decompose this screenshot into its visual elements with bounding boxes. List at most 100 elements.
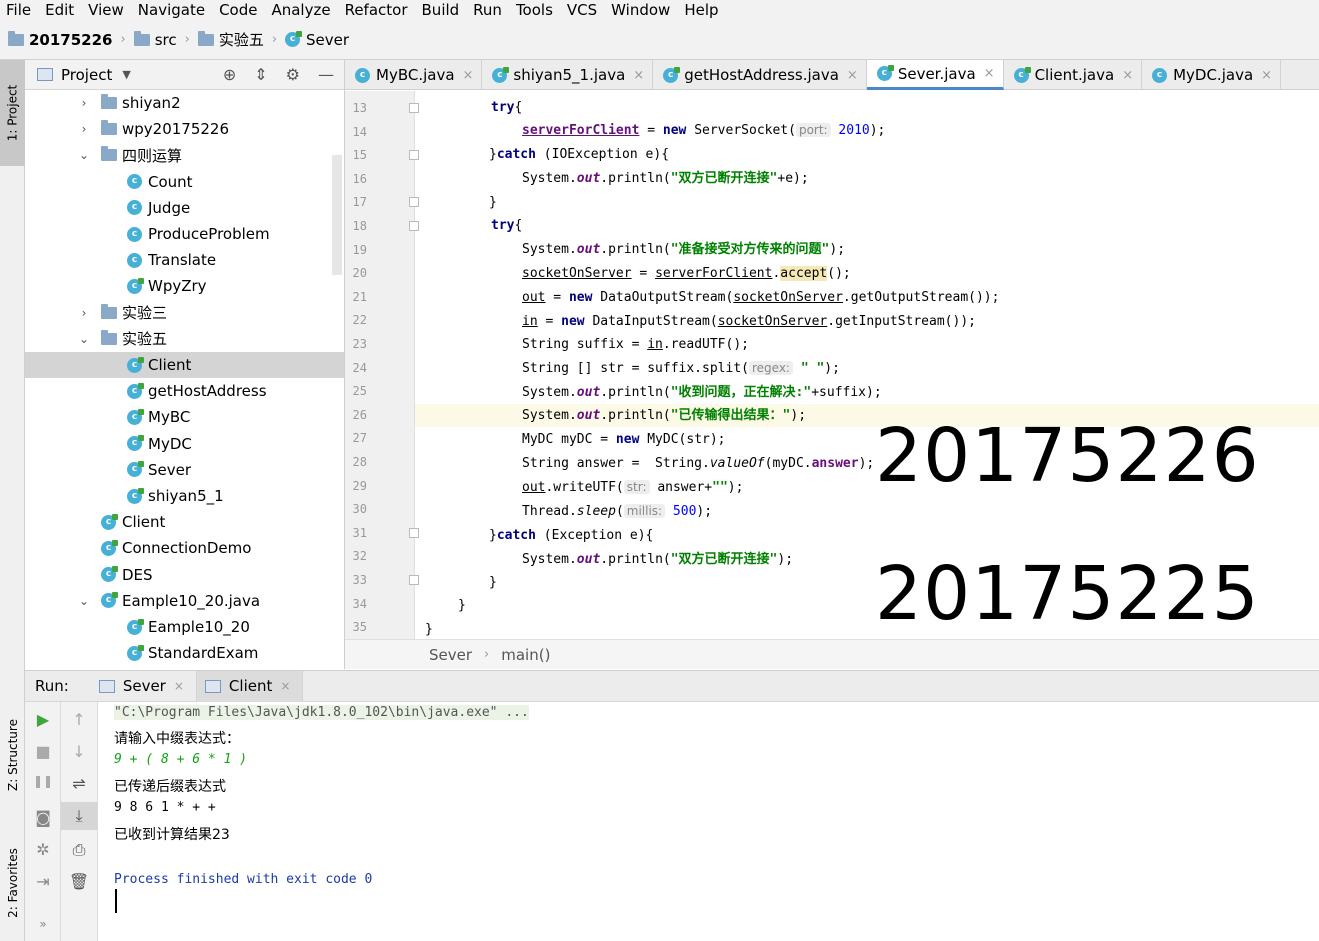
print-icon[interactable]: ⎙ [61, 840, 97, 860]
close-icon[interactable]: × [1122, 68, 1133, 83]
chevron-right-icon[interactable]: › [77, 306, 91, 320]
settings-icon[interactable]: ✲ [25, 840, 61, 859]
tree-item[interactable]: › shiyan2 [25, 90, 344, 116]
chevron-right-icon[interactable]: › [77, 96, 91, 110]
tree-item-label: Eample10_20 [148, 618, 250, 636]
gear-icon[interactable]: ⚙ [286, 65, 300, 84]
menu-navigate[interactable]: Navigate [132, 0, 213, 20]
more-icon[interactable]: » [25, 917, 61, 931]
exit-icon[interactable]: ⇥ [25, 872, 61, 891]
stop-icon[interactable]: ■ [25, 742, 61, 761]
pause-icon[interactable]: ❚❚ [25, 774, 61, 788]
tree-item[interactable]: c Translate [25, 247, 344, 273]
tree-item[interactable]: c Eample10_20 [25, 614, 344, 640]
tree-item[interactable]: ⌄ c Eample10_20.java [25, 588, 344, 614]
code-editor[interactable]: 13 14 15 16 17 18 19 20 21 22 23 24 25 26 27 28 29 30 31 32… [345, 91, 1319, 639]
chevron-right-icon[interactable]: › [77, 122, 91, 136]
tree-item[interactable]: c Client [25, 352, 344, 378]
tree-item[interactable]: c Client [25, 509, 344, 535]
run-tab-sever[interactable]: Sever × [91, 670, 197, 702]
camera-icon[interactable]: ◙ [25, 808, 61, 827]
tab-client[interactable]: c Client.java × [1004, 60, 1143, 90]
tree-item-label: getHostAddress [148, 382, 267, 401]
locate-icon[interactable]: ⊕ [223, 65, 236, 84]
crumb-sever[interactable]: Sever [429, 646, 472, 664]
tab-shiyan5-1[interactable]: c shiyan5_1.java × [482, 60, 654, 90]
tab-sever[interactable]: c Sever.java × [866, 60, 1004, 90]
tree-item[interactable]: c ConnectionDemo [25, 535, 344, 561]
favorites-tool-tab[interactable]: 2: Favorites [0, 830, 25, 935]
project-tool-tab[interactable]: 1: Project [0, 60, 25, 166]
crumb-project[interactable]: 20175226 [8, 30, 113, 49]
trash-icon[interactable]: 🗑 [61, 872, 97, 891]
menu-run[interactable]: Run [467, 0, 510, 20]
folder-icon [101, 120, 117, 136]
tree-item[interactable]: c Count [25, 169, 344, 195]
menu-view[interactable]: View [82, 0, 132, 20]
close-icon[interactable]: × [633, 68, 644, 83]
scroll-to-end-icon[interactable]: ⤓ [61, 802, 97, 830]
chevron-down-icon[interactable]: ⌄ [77, 332, 91, 346]
tree-item-label: 四则运算 [122, 146, 183, 165]
code-line-15: }catch (IOException e){ [489, 147, 670, 162]
close-icon[interactable]: × [280, 679, 290, 693]
close-icon[interactable]: × [174, 679, 184, 693]
close-icon[interactable]: × [984, 66, 995, 81]
class-icon: c [127, 200, 142, 216]
tree-item-label: DES [122, 565, 153, 584]
tree-item[interactable]: c WpyZry [25, 273, 344, 299]
menu-build[interactable]: Build [416, 0, 468, 20]
tree-item[interactable]: c ProduceProblem [25, 221, 344, 247]
project-panel-title[interactable]: Project [61, 66, 112, 84]
tree-item[interactable]: › wpy20175226 [25, 116, 344, 142]
tree-item[interactable]: c MyDC [25, 431, 344, 457]
tree-item-label: ConnectionDemo [122, 539, 252, 558]
arrow-down-icon[interactable]: ↓ [61, 742, 97, 761]
run-console[interactable]: "C:\Program Files\Java\jdk1.8.0_102\bin\… [98, 702, 1319, 941]
menu-edit[interactable]: Edit [39, 0, 82, 20]
tree-item[interactable]: c shiyan5_1 [25, 483, 344, 509]
crumb-package[interactable]: 实验五 [197, 29, 264, 50]
menu-code[interactable]: Code [213, 0, 265, 20]
close-icon[interactable]: × [463, 68, 474, 83]
tab-gethostaddress[interactable]: c getHostAddress.java × [653, 60, 867, 90]
tree-scrollbar[interactable] [332, 155, 342, 275]
tab-mybc[interactable]: c MyBC.java × [345, 60, 483, 90]
tree-item[interactable]: › 实验三 [25, 300, 344, 326]
crumb-src[interactable]: src [133, 30, 177, 49]
menu-analyze[interactable]: Analyze [265, 0, 338, 20]
line-number: 22 [352, 313, 367, 328]
menu-window[interactable]: Window [605, 0, 678, 20]
structure-tool-tab[interactable]: Z: Structure [0, 700, 25, 810]
tree-item[interactable]: ⌄ 实验五 [25, 326, 344, 352]
collapse-all-icon[interactable]: ⇕ [254, 65, 267, 84]
caret-down-icon[interactable]: ▼ [122, 68, 130, 81]
tree-item[interactable]: c MyBC [25, 404, 344, 430]
soft-wrap-icon[interactable]: ⇌ [61, 774, 97, 793]
run-icon[interactable]: ▶ [25, 710, 61, 729]
menu-file[interactable]: File [0, 0, 39, 20]
hide-icon[interactable]: — [318, 65, 334, 84]
menu-tools[interactable]: Tools [510, 0, 561, 20]
chevron-down-icon[interactable]: ⌄ [77, 148, 91, 162]
menu-vcs[interactable]: VCS [561, 0, 605, 20]
tree-item[interactable]: c StandardExam [25, 640, 344, 666]
tab-mydc[interactable]: c MyDC.java × [1142, 60, 1282, 90]
tree-item[interactable]: c DES [25, 562, 344, 588]
close-icon[interactable]: × [1261, 68, 1272, 83]
run-tab-client[interactable]: Client × [196, 670, 304, 702]
menu-refactor[interactable]: Refactor [339, 0, 416, 20]
crumb-main[interactable]: main() [501, 646, 550, 664]
code-line-18: try{ [491, 218, 523, 233]
tree-item[interactable]: ⌄ 四则运算 [25, 142, 344, 168]
tree-item[interactable]: c Judge [25, 195, 344, 221]
tree-item[interactable]: c getHostAddress [25, 378, 344, 404]
folder-icon [197, 30, 214, 46]
close-icon[interactable]: × [847, 68, 858, 83]
crumb-class[interactable]: c Sever [285, 31, 349, 49]
arrow-up-icon[interactable]: ↑ [61, 710, 97, 729]
class-icon: c [1013, 66, 1031, 83]
chevron-down-icon[interactable]: ⌄ [77, 594, 91, 608]
menu-help[interactable]: Help [678, 0, 726, 20]
tree-item[interactable]: c Sever [25, 457, 344, 483]
